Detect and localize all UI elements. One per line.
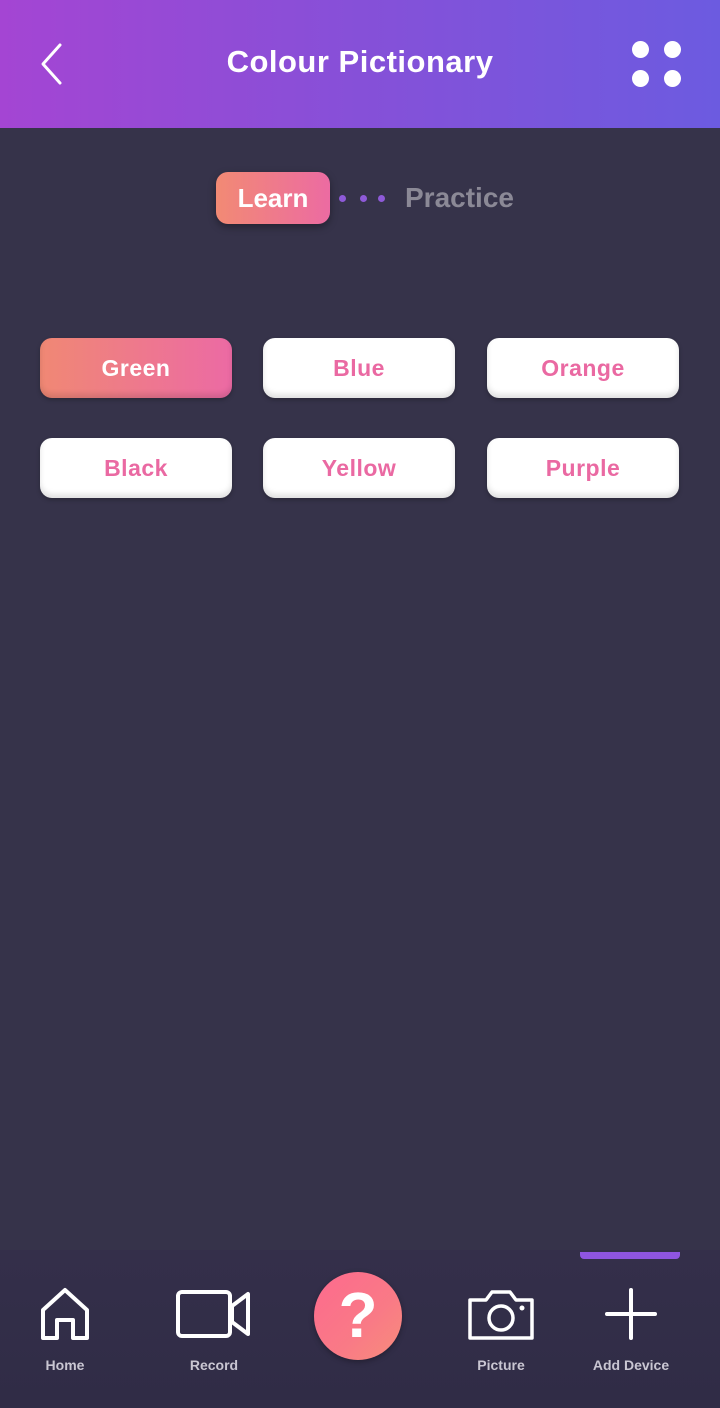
plus-icon	[605, 1288, 657, 1340]
colour-button-blue[interactable]: Blue	[263, 338, 455, 398]
help-button[interactable]: ?	[314, 1272, 402, 1360]
video-camera-icon	[176, 1290, 250, 1338]
colour-button-black[interactable]: Black	[40, 438, 232, 498]
colour-button-purple[interactable]: Purple	[487, 438, 679, 498]
colour-button-green[interactable]: Green	[40, 338, 232, 398]
nav-home-label: Home	[45, 1357, 85, 1373]
help-icon: ?	[338, 1279, 378, 1351]
progress-dots	[336, 192, 392, 204]
colour-button-orange[interactable]: Orange	[487, 338, 679, 398]
colour-button-yellow[interactable]: Yellow	[263, 438, 455, 498]
camera-icon	[468, 1290, 534, 1340]
nav-record[interactable]: Record	[154, 1280, 274, 1380]
nav-picture-label: Picture	[477, 1357, 525, 1373]
nav-add-device[interactable]: Add Device	[571, 1280, 691, 1380]
home-icon	[41, 1288, 89, 1340]
page-title: Colour Pictionary	[226, 44, 494, 79]
tab-practice[interactable]: Practice	[405, 172, 514, 224]
menu-button[interactable]	[628, 38, 686, 92]
nav-home[interactable]: Home	[5, 1280, 125, 1380]
nav-add-device-label: Add Device	[592, 1357, 670, 1373]
mode-tabs: Learn Practice	[0, 172, 720, 224]
nav-picture[interactable]: Picture	[441, 1280, 561, 1380]
app-header: Colour Pictionary	[0, 0, 720, 128]
nav-record-label: Record	[189, 1357, 239, 1373]
tab-learn[interactable]: Learn	[216, 172, 330, 224]
active-nav-indicator	[580, 1252, 680, 1259]
